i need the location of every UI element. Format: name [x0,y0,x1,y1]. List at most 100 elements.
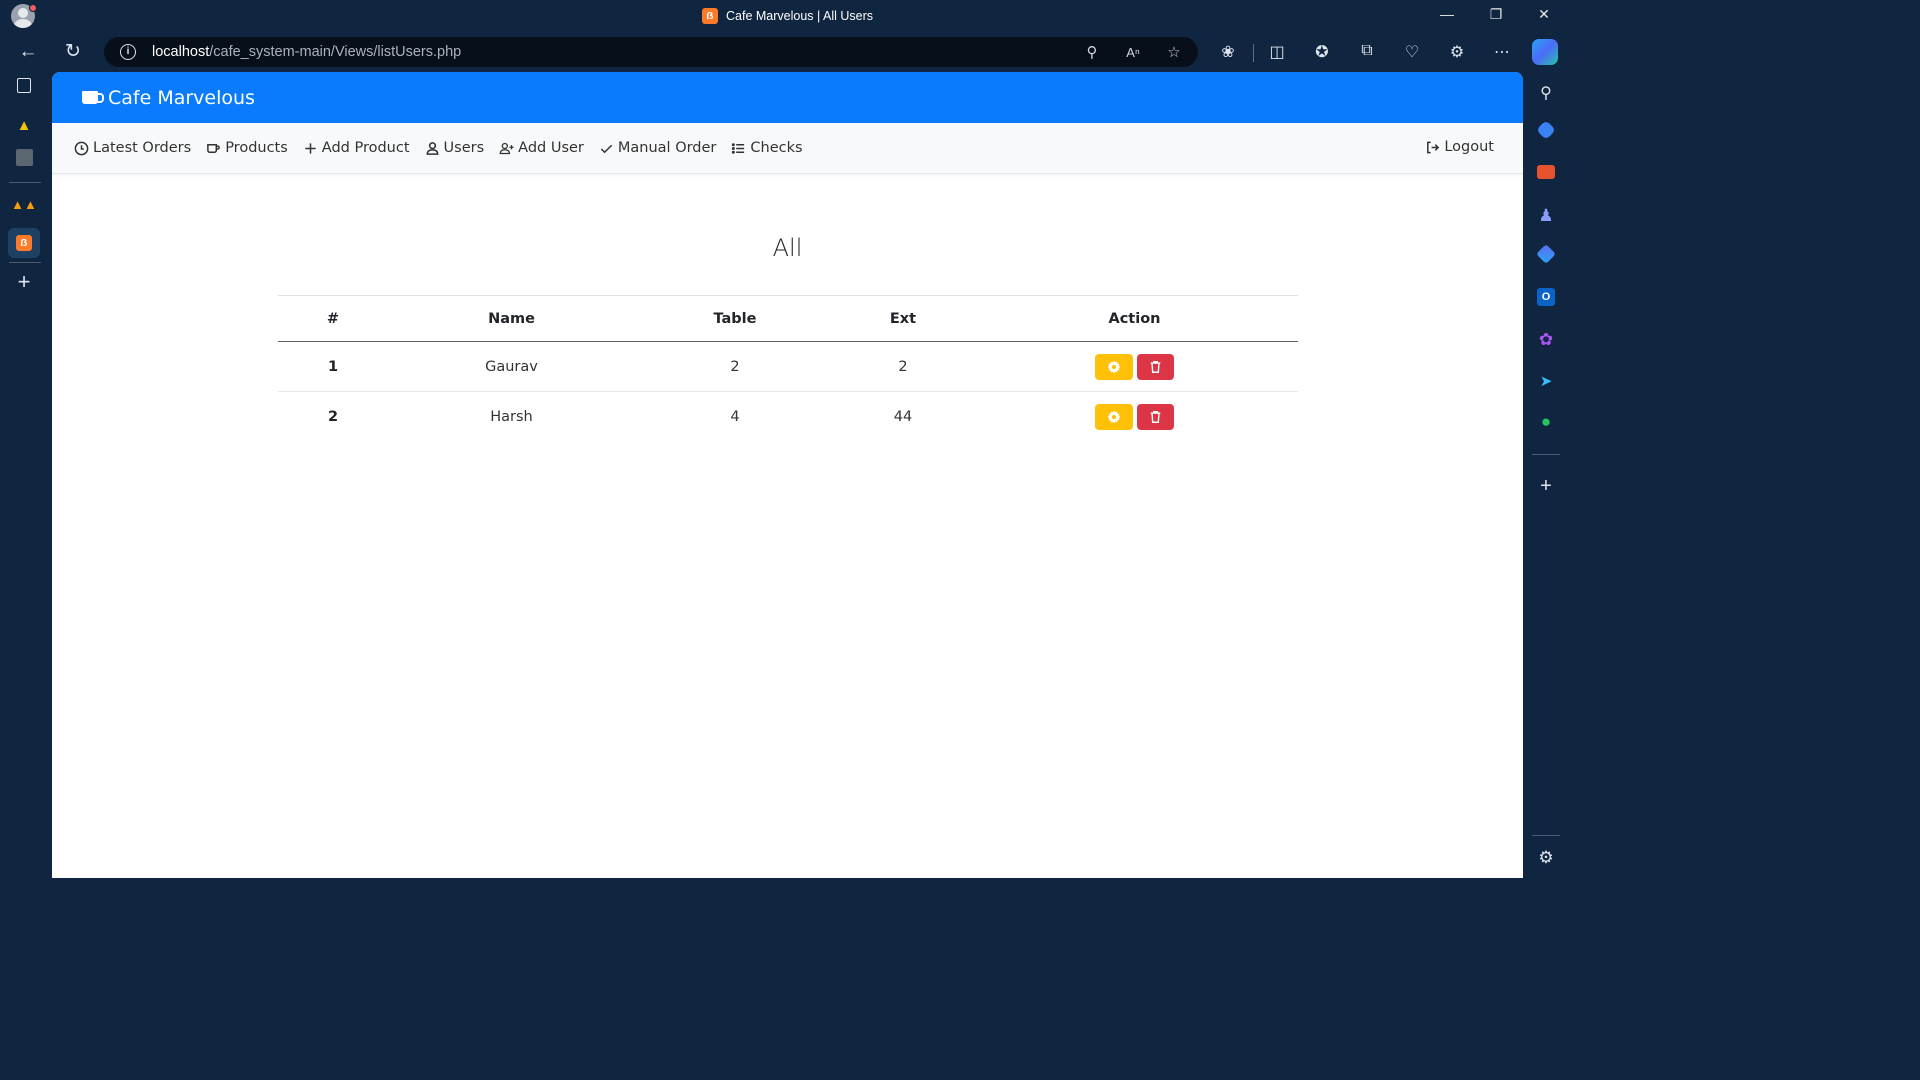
cell-name: Gaurav [388,341,635,392]
toolbar: ← ↻ i localhost/cafe_system-main/Views/l… [0,34,1568,70]
nav-label: Checks [750,140,803,156]
browser-essentials-icon[interactable]: ♡ [1401,42,1423,62]
trash-icon [1150,410,1161,423]
nav-checks[interactable]: Checks [731,140,803,156]
list-icon [732,142,745,154]
xampp-favicon-icon: ẞ [702,8,718,24]
favorites-icon[interactable]: ✪ [1311,42,1333,62]
col-header-action: Action [971,295,1298,342]
cup-icon [207,143,220,153]
tab-actions-icon[interactable] [17,78,31,93]
app-tab-icon[interactable] [16,149,33,166]
nav-label: Latest Orders [93,140,192,156]
check-icon [600,144,613,153]
page-viewport: Cafe Marvelous Latest Orders Products Ad… [52,72,1523,878]
sidebar-settings-icon[interactable]: ⚙ [1535,847,1557,869]
nav-add-product[interactable]: Add Product [303,140,410,156]
refresh-icon[interactable]: ↻ [61,40,85,64]
table-header-row: # Name Table Ext Action [278,295,1298,342]
more-options-icon[interactable]: ⋯ [1491,42,1513,62]
close-icon[interactable]: ✕ [1534,6,1554,23]
read-aloud-icon[interactable]: Aⁿ [1123,45,1143,60]
plus-icon [305,142,316,154]
nav-label: Add Product [321,140,410,156]
cell-index: 1 [278,341,388,392]
delete-user-button[interactable] [1137,403,1174,430]
users-table: # Name Table Ext Action 1 Gaurav 2 2 2 H… [278,295,1298,442]
logout-label: Logout [1444,139,1494,155]
search-icon[interactable]: ⚲ [1535,82,1557,104]
tabs-divider-2 [9,262,41,263]
google-drive-tab-icon[interactable]: ▲ [12,113,36,137]
performance-icon[interactable]: ⚙ [1446,42,1468,62]
stack-tab-icon[interactable]: ▲▲ [11,192,37,216]
delete-user-button[interactable] [1137,353,1174,380]
edge-sidebar: ⚲ ♟ O ✿ ➤ ● + ⚙ [1524,72,1568,882]
nav-label: Manual Order [617,140,717,156]
xampp-active-tab[interactable]: ẞ [8,228,40,258]
cell-action [971,341,1298,392]
clock-icon [74,141,89,155]
nav-add-user[interactable]: Add User [499,140,584,156]
shopping-tag-icon[interactable] [1536,120,1556,140]
nav-label: Users [443,140,485,156]
nav-products[interactable]: Products [206,140,288,156]
new-tab-icon[interactable]: + [12,269,36,294]
microsoft-365-icon[interactable] [1536,244,1556,264]
url-text[interactable]: localhost/cafe_system-main/Views/listUse… [152,44,461,60]
col-header-index: # [278,295,388,342]
window-title-text: Cafe Marvelous | All Users [726,9,874,23]
vertical-tabs-strip: ▲ ▲▲ ẞ + [0,72,50,882]
cell-ext: 2 [835,341,971,392]
sidebar-divider-2 [1532,835,1560,836]
xampp-tab-icon: ẞ [16,235,32,251]
split-screen-icon[interactable]: ◫ [1266,42,1288,62]
title-bar: ẞ Cafe Marvelous | All Users — ❐ ✕ [0,0,1568,34]
toolbar-divider [1253,44,1254,62]
url-path: /cafe_system-main/Views/listUsers.php [209,44,462,60]
brand-name: Cafe Marvelous [108,86,255,109]
designer-icon[interactable]: ✿ [1535,329,1557,351]
cup-icon [82,91,104,104]
edit-user-button[interactable] [1095,353,1133,380]
edit-user-button[interactable] [1095,403,1133,430]
tree-icon[interactable]: ● [1535,411,1557,433]
cell-table: 2 [635,341,835,392]
tools-briefcase-icon[interactable] [1537,165,1555,179]
favorite-star-icon[interactable]: ☆ [1164,43,1184,61]
user-plus-icon [499,142,514,154]
col-header-ext: Ext [835,295,971,342]
nav-latest-orders[interactable]: Latest Orders [74,140,191,156]
back-icon[interactable]: ← [16,40,40,64]
outlook-icon[interactable]: O [1537,288,1555,306]
sidebar-divider [1532,454,1560,455]
nav-label: Products [225,140,288,156]
nav-logout[interactable]: Logout [1425,139,1494,155]
gear-icon [1107,360,1121,373]
notification-dot [29,4,37,12]
table-row: 2 Harsh 4 44 [278,392,1298,442]
nav-manual-order[interactable]: Manual Order [599,140,717,156]
minimize-icon[interactable]: — [1437,6,1457,22]
add-sidebar-icon[interactable]: + [1535,475,1557,497]
window-title: ẞ Cafe Marvelous | All Users [702,8,873,24]
brand-link[interactable]: Cafe Marvelous [82,87,255,109]
restore-icon[interactable]: ❐ [1486,6,1506,23]
main-nav: Latest Orders Products Add Product Users… [52,123,1523,174]
address-bar[interactable]: i localhost/cafe_system-main/Views/listU… [104,37,1198,67]
zoom-icon[interactable]: ⚲ [1082,43,1102,61]
copilot-icon[interactable] [1532,39,1558,65]
trash-icon [1150,360,1161,373]
site-info-icon[interactable]: i [120,44,136,60]
games-icon[interactable]: ♟ [1535,205,1557,227]
logout-icon [1427,141,1440,153]
nav-label: Add User [518,140,584,156]
tabs-divider [9,182,41,183]
send-icon[interactable]: ➤ [1535,370,1557,392]
extensions-icon[interactable]: ❀ [1217,42,1239,62]
collections-icon[interactable]: ⧉ [1356,42,1378,60]
nav-users[interactable]: Users [425,140,485,156]
cell-index: 2 [327,408,339,425]
app-header: Cafe Marvelous [52,72,1523,123]
page-title: All [772,234,803,262]
